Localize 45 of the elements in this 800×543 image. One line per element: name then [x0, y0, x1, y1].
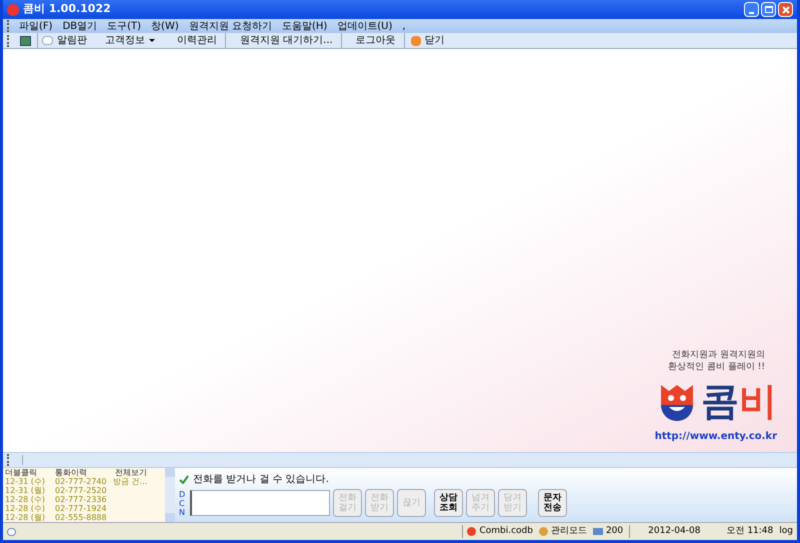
- window-title: 콤비 1.00.1022: [23, 1, 111, 18]
- toolbar-dropdown[interactable]: 고객정보: [97, 33, 163, 48]
- column-header[interactable]: 더블클릭: [3, 468, 53, 477]
- mode-label: 관리모드: [550, 524, 587, 538]
- toolbar-button[interactable]: 원격지원 대기하기...: [232, 33, 342, 48]
- call-number: 02-777-2520: [55, 486, 108, 495]
- menu-item[interactable]: ,: [397, 18, 411, 34]
- date-label: 2012-04-08: [629, 524, 710, 538]
- call-date: 12-28 (수): [4, 504, 46, 513]
- toolbar-button[interactable]: 닫기: [410, 33, 445, 48]
- promo-tagline: 전화지원과 원격지원의: [672, 349, 765, 361]
- call-date: 12-31 (월): [4, 486, 46, 495]
- dcn-label: C: [179, 498, 186, 508]
- call-date: 12-28 (수): [4, 495, 46, 504]
- log-label: log: [779, 524, 793, 538]
- logo-text: 콤비: [701, 382, 777, 420]
- phone-status: 전화를 받거나 걸 수 있습니다.: [193, 473, 329, 487]
- website-link[interactable]: http://www.enty.co.kr: [654, 429, 777, 444]
- column-header[interactable]: 전체보기: [113, 468, 163, 477]
- toolbar-button[interactable]: 이력관리: [169, 33, 226, 48]
- toolbar-button[interactable]: 로그아웃: [348, 33, 405, 48]
- dcn-label: D: [179, 490, 186, 498]
- call-note: 방금 건...: [113, 477, 148, 486]
- toolbar-button[interactable]: 알림판: [37, 33, 91, 48]
- phone-action-button[interactable]: 문자 전송: [538, 489, 567, 517]
- call-date: 12-28 (월): [4, 513, 46, 522]
- dcn-label: N: [179, 508, 186, 516]
- menu-item[interactable]: 도구(T): [102, 18, 146, 34]
- call-date: 12-31 (수): [4, 477, 46, 486]
- menu-item[interactable]: 도움말(H): [276, 18, 332, 34]
- menu-item[interactable]: 업데이트(U): [332, 18, 398, 34]
- database-name: Combi.codb: [479, 524, 533, 538]
- time-label: 오전 11:48: [725, 524, 774, 538]
- promo-tagline: 환상적인 콤비 플레이 !!: [668, 361, 765, 373]
- phone-action-button[interactable]: 상담 조회: [434, 489, 463, 517]
- column-header[interactable]: 통화이력: [53, 468, 113, 477]
- menu-item[interactable]: 파일(F): [14, 18, 58, 34]
- call-number: 02-555-8888: [55, 513, 108, 522]
- call-number: 02-777-2336: [55, 495, 108, 504]
- menu-item[interactable]: DB열기: [58, 18, 102, 34]
- count-label: 200: [606, 524, 624, 538]
- menu-item[interactable]: 창(W): [146, 18, 184, 34]
- call-number: 02-777-1924: [55, 504, 108, 513]
- call-number: 02-777-2740: [55, 477, 108, 486]
- menu-item[interactable]: 원격지원 요청하기: [184, 18, 277, 34]
